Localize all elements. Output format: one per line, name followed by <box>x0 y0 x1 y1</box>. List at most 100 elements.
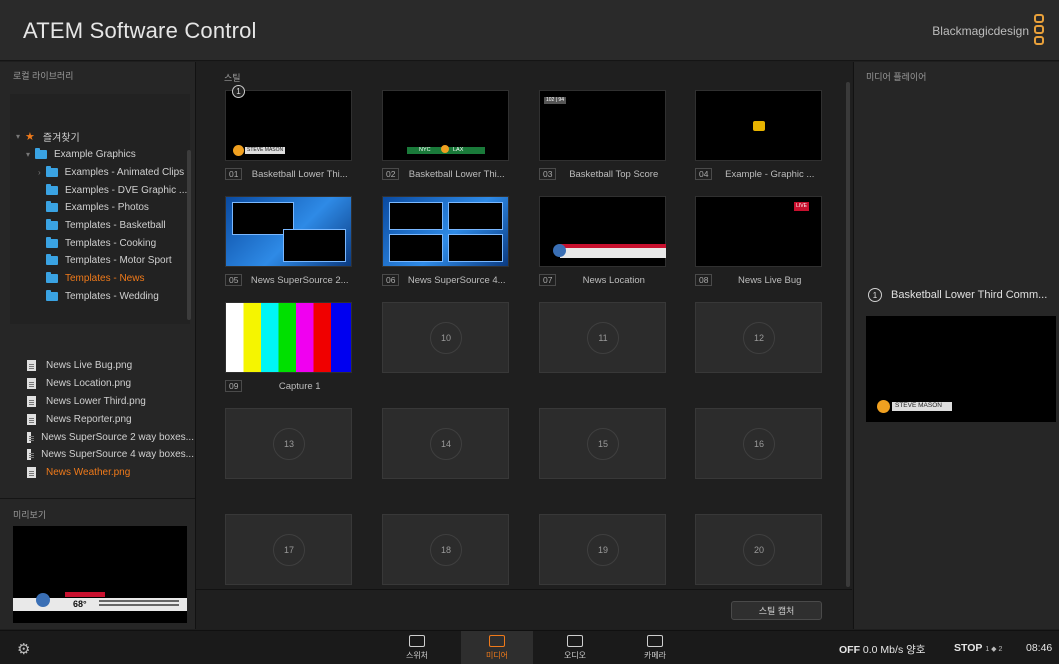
media-player-badge: 1 <box>232 85 245 98</box>
still-label-09: 09 Capture 1 <box>225 379 352 393</box>
file-item[interactable]: News SuperSource 4 way boxes... <box>10 446 194 464</box>
file-icon <box>27 431 35 443</box>
tree-item-cooking[interactable]: Templates - Cooking <box>46 235 156 252</box>
tree-item-example-graphics[interactable]: ▾ Example Graphics <box>26 146 136 163</box>
preview-image: 68° <box>13 526 187 623</box>
basketball-icon <box>877 400 890 413</box>
still-label-02: 02 Basketball Lower Thi... <box>382 167 509 181</box>
chevron-down-icon[interactable]: ▾ <box>26 150 30 159</box>
media-player-panel: 미디어 플레이어 1 Basketball Lower Third Comm..… <box>853 62 1059 629</box>
still-slot-06[interactable] <box>382 196 509 267</box>
file-icon <box>27 467 36 479</box>
stills-scrollbar[interactable] <box>846 82 850 587</box>
still-slot-10[interactable]: 10 <box>382 302 509 373</box>
left-panel: 로컬 라이브러리 ▾ ★ 즐겨찾기 ▾ Example Graphics › Examp… <box>0 62 196 629</box>
still-label-05: 05 News SuperSource 2... <box>225 273 352 287</box>
folder-icon <box>45 166 58 177</box>
still-slot-20[interactable]: 20 <box>695 514 822 585</box>
folder-icon <box>46 290 58 301</box>
media-player-preview: STEVE MASON <box>866 316 1056 422</box>
still-label-08: 08 News Live Bug <box>695 273 822 287</box>
chevron-down-icon[interactable]: ▾ <box>16 132 20 141</box>
still-slot-16[interactable]: 16 <box>695 408 822 479</box>
chevron-right-icon[interactable]: › <box>38 168 41 177</box>
still-slot-18[interactable]: 18 <box>382 514 509 585</box>
tree-scrollbar[interactable] <box>187 150 191 320</box>
file-icon <box>27 378 36 390</box>
tree-item-favorites[interactable]: ▾ ★ 즐겨찾기 <box>16 128 80 145</box>
tree-item-animated-clips[interactable]: › Examples - Animated Clips <box>38 164 184 181</box>
still-label-01: 01 Basketball Lower Thi... <box>225 167 352 181</box>
folder-icon <box>46 272 58 283</box>
still-label-07: 07 News Location <box>539 273 666 287</box>
tab-camera[interactable]: 카메라 <box>619 631 691 664</box>
title-bar: ATEM Software Control Blackmagicdesign <box>0 0 1059 61</box>
folder-icon <box>46 237 58 248</box>
brand-logo-icon <box>1034 14 1046 48</box>
tree-item-dve-graphic[interactable]: Examples - DVE Graphic ... <box>46 182 187 199</box>
app-title: ATEM Software Control <box>23 18 257 43</box>
globe-icon <box>553 244 566 257</box>
file-item-selected[interactable]: News Weather.png <box>10 464 194 482</box>
divider <box>196 589 852 590</box>
file-list: News Live Bug.png News Location.png News… <box>10 357 194 482</box>
gear-icon[interactable]: ⚙ <box>17 640 30 658</box>
basketball-icon <box>233 145 244 156</box>
file-icon <box>27 449 35 461</box>
still-label-06: 06 News SuperSource 4... <box>382 273 509 287</box>
still-slot-12[interactable]: 12 <box>695 302 822 373</box>
still-slot-08[interactable]: LIVE <box>695 196 822 267</box>
file-icon <box>27 360 36 372</box>
tree-item-wedding[interactable]: Templates - Wedding <box>46 288 159 305</box>
still-slot-02[interactable]: NYC LAX <box>382 90 509 161</box>
record-status: STOP 1 ◆ 2 <box>954 642 1003 654</box>
still-slot-19[interactable]: 19 <box>539 514 666 585</box>
still-slot-14[interactable]: 14 <box>382 408 509 479</box>
library-label: 로컬 라이브러리 <box>13 71 74 81</box>
tab-switcher[interactable]: 스위처 <box>381 631 453 664</box>
stream-status: OFF 0.0 Mb/s 양호 <box>839 644 926 656</box>
file-item[interactable]: News Live Bug.png <box>10 357 194 375</box>
media-player-title[interactable]: 1 Basketball Lower Third Comm... <box>868 288 1047 302</box>
tv-logo-icon <box>753 121 765 131</box>
folder-icon <box>46 184 58 195</box>
folder-icon <box>46 254 58 265</box>
file-icon <box>27 395 36 407</box>
folder-icon <box>46 201 58 212</box>
still-slot-13[interactable]: 13 <box>225 408 352 479</box>
tree-item-photos[interactable]: Examples - Photos <box>46 199 149 216</box>
media-icon <box>489 635 505 647</box>
file-icon <box>27 413 36 425</box>
still-slot-09[interactable] <box>225 302 352 373</box>
folder-icon <box>35 148 48 159</box>
still-slot-01[interactable]: 1 STEVE MASON <box>225 85 352 161</box>
file-item[interactable]: News Location.png <box>10 375 194 393</box>
still-slot-03[interactable]: 102 | 94 <box>539 90 666 161</box>
still-slot-04[interactable] <box>695 90 822 161</box>
brand-name: Blackmagicdesign <box>932 24 1029 38</box>
still-slot-17[interactable]: 17 <box>225 514 352 585</box>
capture-still-button[interactable]: 스틸 캡처 <box>731 601 822 620</box>
still-slot-05[interactable] <box>225 196 352 267</box>
media-player-label: 미디어 플레이어 <box>866 72 927 82</box>
file-item[interactable]: News Reporter.png <box>10 410 194 428</box>
still-slot-07[interactable] <box>539 196 666 267</box>
folder-tree: ▾ ★ 즐겨찾기 ▾ Example Graphics › Examples - Ani… <box>10 94 190 324</box>
tree-item-basketball[interactable]: Templates - Basketball <box>46 217 166 234</box>
globe-icon <box>36 593 50 607</box>
tree-item-motor-sport[interactable]: Templates - Motor Sport <box>46 252 172 269</box>
tree-item-news[interactable]: Templates - News <box>46 270 144 287</box>
switcher-icon <box>409 635 425 647</box>
star-icon: ★ <box>25 131 35 143</box>
file-item[interactable]: News SuperSource 2 way boxes... <box>10 428 194 446</box>
tab-audio[interactable]: 오디오 <box>539 631 611 664</box>
preview-label: 미리보기 <box>13 510 47 520</box>
folder-icon <box>46 219 58 230</box>
still-slot-15[interactable]: 15 <box>539 408 666 479</box>
stills-label: 스틸 <box>224 73 241 83</box>
still-label-03: 03 Basketball Top Score <box>539 167 666 181</box>
tab-media[interactable]: 미디어 <box>461 631 533 664</box>
preview-temperature: 68° <box>73 599 87 609</box>
file-item[interactable]: News Lower Third.png <box>10 393 194 411</box>
still-slot-11[interactable]: 11 <box>539 302 666 373</box>
